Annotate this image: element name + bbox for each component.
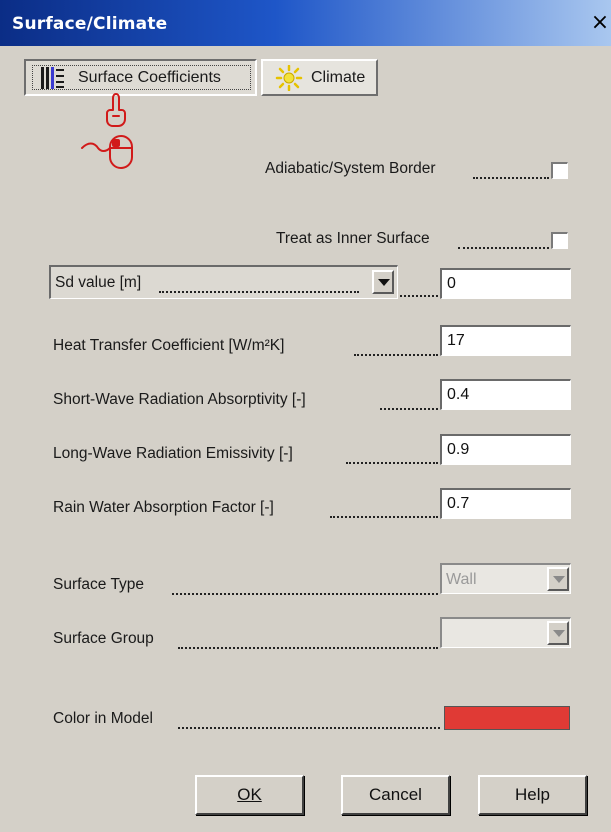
surface-group-leader (178, 645, 438, 649)
cancel-button-label: Cancel (369, 785, 422, 804)
cancel-button[interactable]: Cancel (341, 775, 450, 815)
tab-surface-coefficients-label: Surface Coefficients (78, 69, 221, 86)
long-wave-field[interactable]: 0.9 (440, 434, 571, 465)
sd-value-dropdown-button[interactable] (372, 270, 394, 294)
chevron-down-icon (378, 279, 390, 286)
sun-icon (275, 65, 303, 91)
ok-button[interactable]: OK (195, 775, 304, 815)
sd-value-select[interactable]: Sd value [m] (49, 265, 398, 299)
tab-climate-label: Climate (311, 69, 366, 86)
help-button[interactable]: Help (478, 775, 587, 815)
surface-group-select[interactable] (440, 617, 571, 648)
short-wave-field[interactable]: 0.4 (440, 379, 571, 410)
surface-group-label: Surface Group (53, 630, 154, 647)
tab-surface-coefficients[interactable]: Surface Coefficients (24, 59, 257, 96)
close-icon: × (590, 10, 610, 35)
long-wave-label: Long-Wave Radiation Emissivity [-] (53, 445, 293, 462)
mouse-click-icon (81, 93, 133, 169)
surface-type-leader (172, 591, 438, 595)
inner-surface-leader (458, 245, 549, 249)
chevron-down-icon (553, 576, 565, 583)
long-wave-leader (346, 460, 438, 464)
sd-value-select-label: Sd value [m] (55, 274, 142, 291)
surface-group-dropdown-button[interactable] (547, 621, 569, 645)
heat-transfer-label: Heat Transfer Coefficient [W/m²K] (53, 337, 285, 354)
surface-type-value: Wall (446, 571, 477, 588)
ok-button-label: OK (237, 785, 262, 804)
chevron-down-icon (553, 630, 565, 637)
heat-transfer-field[interactable]: 17 (440, 325, 571, 356)
inner-surface-label: Treat as Inner Surface (276, 230, 430, 247)
surface-type-select[interactable]: Wall (440, 563, 571, 594)
help-button-label: Help (515, 785, 550, 804)
rain-water-leader (330, 514, 438, 518)
tab-climate[interactable]: Climate (261, 59, 378, 96)
adiabatic-checkbox[interactable] (551, 162, 568, 179)
short-wave-leader (380, 406, 438, 410)
rain-water-label: Rain Water Absorption Factor [-] (53, 499, 274, 516)
inner-surface-checkbox[interactable] (551, 232, 568, 249)
surface-type-dropdown-button[interactable] (547, 567, 569, 591)
adiabatic-leader (473, 175, 549, 179)
surface-layers-icon (41, 67, 64, 89)
adiabatic-label: Adiabatic/System Border (265, 160, 436, 177)
sd-select-leader (159, 289, 359, 293)
color-leader (178, 725, 440, 729)
short-wave-label: Short-Wave Radiation Absorptivity [-] (53, 391, 306, 408)
sd-leader (400, 293, 438, 297)
color-in-model-label: Color in Model (53, 710, 153, 727)
heat-transfer-leader (354, 352, 438, 356)
surface-type-label: Surface Type (53, 576, 145, 593)
title-bar: Surface/Climate (0, 0, 611, 46)
close-button[interactable]: × (589, 12, 611, 36)
sd-value-field[interactable]: 0 (440, 268, 571, 299)
color-swatch[interactable] (444, 706, 570, 730)
window-title: Surface/Climate (12, 14, 168, 34)
rain-water-field[interactable]: 0.7 (440, 488, 571, 519)
